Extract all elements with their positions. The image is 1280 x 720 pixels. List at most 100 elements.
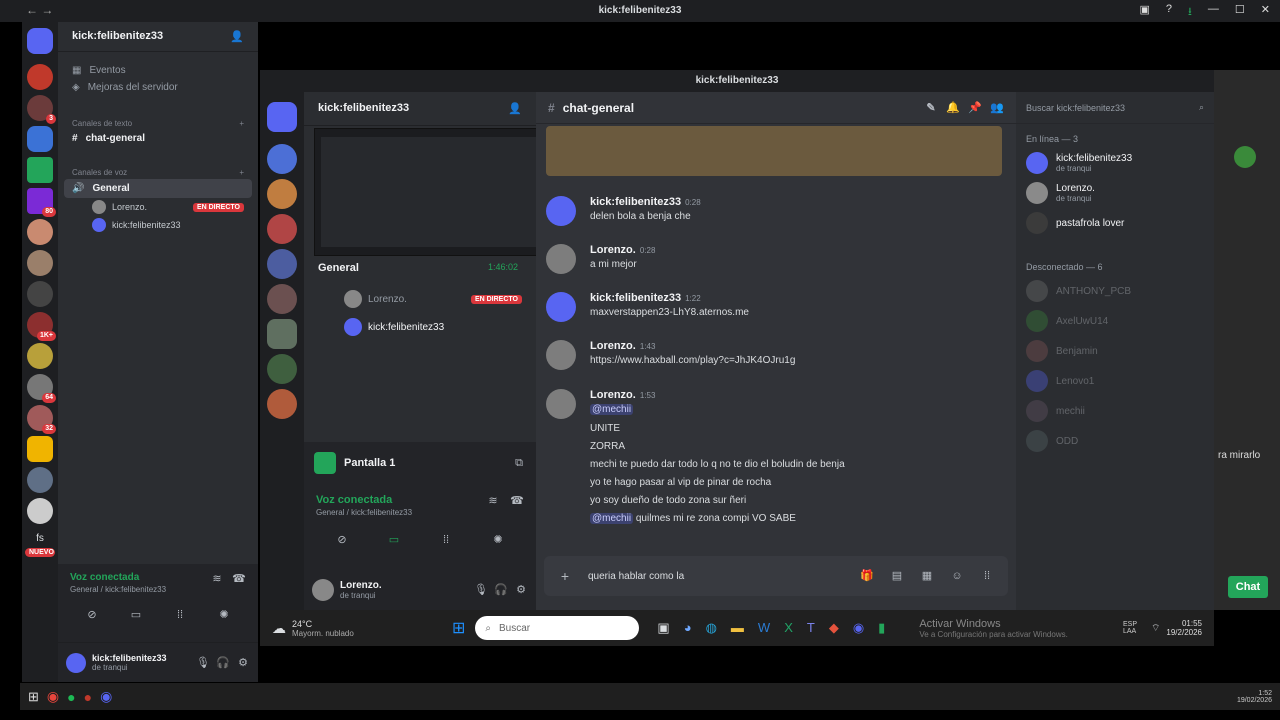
excel-icon[interactable]: X <box>784 620 793 636</box>
language-indicator[interactable]: ESP LAA <box>1123 621 1145 635</box>
add-channel-icon[interactable]: + <box>239 168 244 177</box>
members-icon[interactable]: 👥 <box>990 101 1004 115</box>
member-item[interactable]: ANTHONY_PCB <box>1016 276 1214 306</box>
headphones-icon[interactable]: 🎧 <box>494 583 508 597</box>
text-category[interactable]: Canales de texto + <box>58 110 258 130</box>
file-explorer-icon[interactable]: ▬ <box>731 620 744 636</box>
plus-icon[interactable]: + <box>558 569 572 583</box>
noise-icon[interactable]: ≋ <box>210 572 224 586</box>
clock-time[interactable]: 01:55 <box>1166 619 1202 628</box>
app-icon[interactable]: ◆ <box>829 620 839 636</box>
wifi-icon[interactable]: ⌔ <box>1151 622 1160 635</box>
voice-member[interactable]: Lorenzo. EN DIRECTO <box>58 198 258 216</box>
message-link[interactable]: https://www.haxball.com/play?c=JhJK4OJru… <box>590 355 795 366</box>
word-icon[interactable]: W <box>758 620 770 636</box>
member-item[interactable]: mechii <box>1016 396 1214 426</box>
noise-icon[interactable]: ≋ <box>486 494 500 508</box>
server-icon[interactable] <box>267 214 297 244</box>
server-icon[interactable] <box>267 144 297 174</box>
stream-preview[interactable] <box>314 128 550 256</box>
mention[interactable]: @mechii <box>590 404 634 415</box>
emoji-icon[interactable]: ☺ <box>950 569 964 583</box>
member-item[interactable]: ODD <box>1016 426 1214 456</box>
message-author[interactable]: kick:felibenitez33 <box>590 196 681 208</box>
message-author[interactable]: kick:felibenitez33 <box>590 292 681 304</box>
fs-server-label[interactable]: fs <box>22 533 58 544</box>
events-item[interactable]: ▦ Eventos <box>58 62 258 79</box>
server-icon[interactable]: 3 <box>27 95 56 124</box>
server-icon[interactable] <box>267 354 297 384</box>
popout-icon[interactable]: ⧉ <box>512 456 526 470</box>
member-item[interactable]: kick:felibenitez33 de tranqui <box>1016 148 1214 178</box>
bell-icon[interactable]: 🔔 <box>946 101 960 115</box>
avatar[interactable] <box>546 244 576 274</box>
image-attachment[interactable] <box>546 126 1002 176</box>
activities-icon[interactable]: ⁞⁞ <box>173 608 187 622</box>
threads-icon[interactable]: ✎ <box>924 101 938 115</box>
search-input[interactable]: Buscar kick:felibenitez33 <box>1026 103 1125 113</box>
boosts-item[interactable]: ◈ Mejoras del servidor <box>58 79 258 96</box>
spotify-icon[interactable]: ● <box>67 689 75 705</box>
minimize-button[interactable]: — <box>1208 3 1219 22</box>
server-header[interactable]: kick:felibenitez33 👤 <box>58 22 258 52</box>
download-icon[interactable]: ⭳ <box>1188 3 1192 22</box>
windows-start-icon[interactable]: ⊞ <box>28 689 39 705</box>
disconnect-icon[interactable]: ☎ <box>510 494 524 508</box>
avatar[interactable] <box>546 389 576 419</box>
kick-server-icon[interactable] <box>27 157 53 183</box>
server-icon[interactable] <box>267 319 297 349</box>
server-icon[interactable] <box>27 281 53 307</box>
member-item[interactable]: pastafrola lover <box>1016 208 1214 238</box>
server-icon[interactable]: 32 <box>27 405 56 434</box>
task-view-icon[interactable]: ▣ <box>657 620 669 636</box>
chrome-icon[interactable]: ◉ <box>47 688 59 705</box>
screen-share-card[interactable]: Pantalla 1 ⧉ <box>304 442 536 484</box>
add-member-icon[interactable]: 👤 <box>508 102 522 115</box>
voice-member[interactable]: kick:felibenitez33 <box>58 216 258 234</box>
voice-member[interactable]: kick:felibenitez33 <box>304 316 536 338</box>
message-author[interactable]: Lorenzo. <box>590 340 636 352</box>
message-author[interactable]: Lorenzo. <box>590 389 636 401</box>
activities-icon[interactable]: ⁞⁞ <box>439 533 453 547</box>
app-icon[interactable]: ▮ <box>878 620 885 636</box>
server-icon[interactable] <box>27 250 53 276</box>
inbox-icon[interactable]: ▣ <box>1140 3 1150 22</box>
member-item[interactable]: Lenovo1 <box>1016 366 1214 396</box>
maximize-button[interactable]: ☐ <box>1235 3 1245 22</box>
member-item[interactable]: AxelUwU14 <box>1016 306 1214 336</box>
voice-category[interactable]: Canales de voz + <box>58 159 258 179</box>
add-channel-icon[interactable]: + <box>239 119 244 128</box>
channel-chat-general[interactable]: # chat-general <box>58 130 258 147</box>
microphone-icon[interactable]: 🎙 <box>474 583 488 597</box>
mention[interactable]: @mechii <box>590 513 634 524</box>
camera-icon[interactable]: ⊘ <box>335 533 349 547</box>
voice-channel-general[interactable]: 🔊 General <box>64 179 252 198</box>
camera-icon[interactable]: ⊘ <box>85 608 99 622</box>
settings-icon[interactable]: ⚙ <box>236 656 250 670</box>
server-icon[interactable] <box>27 219 53 245</box>
taskbar-search[interactable]: ⌕ Buscar <box>475 616 640 640</box>
message-author[interactable]: Lorenzo. <box>590 244 636 256</box>
microphone-icon[interactable]: 🎙 <box>196 656 210 670</box>
message-input[interactable]: queria hablar como la <box>588 571 844 582</box>
avatar[interactable] <box>546 196 576 226</box>
sticker-icon[interactable]: ▦ <box>920 569 934 583</box>
close-button[interactable]: ✕ <box>1261 3 1270 22</box>
copilot-icon[interactable]: ◕ <box>684 620 692 636</box>
server-header[interactable]: kick:felibenitez33 👤 <box>304 92 536 126</box>
windows-start-icon[interactable]: ⊞ <box>452 618 465 638</box>
preview-channel-name[interactable]: General <box>318 262 359 274</box>
avatar[interactable] <box>312 579 334 601</box>
member-search[interactable]: Buscar kick:felibenitez33 ⌕ <box>1016 92 1214 124</box>
settings-icon[interactable]: ⚙ <box>514 583 528 597</box>
discord-taskbar-icon[interactable]: ◉ <box>853 620 864 636</box>
discord-home-icon[interactable] <box>267 102 297 132</box>
soundboard-icon[interactable]: ✺ <box>491 533 505 547</box>
server-icon[interactable]: 1K+ <box>27 312 56 341</box>
headphones-icon[interactable]: 🎧 <box>216 656 230 670</box>
gift-icon[interactable]: 🎁 <box>860 569 874 583</box>
disconnect-icon[interactable]: ☎ <box>232 572 246 586</box>
avatar[interactable] <box>546 292 576 322</box>
discord-home-icon[interactable] <box>27 28 53 54</box>
server-icon[interactable]: 80 <box>27 188 56 217</box>
